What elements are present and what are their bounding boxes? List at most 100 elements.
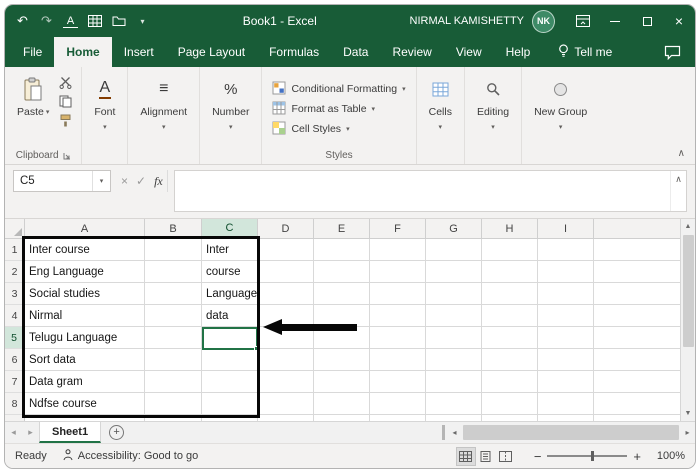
cell-E3[interactable] <box>314 283 370 305</box>
cell-G8[interactable] <box>426 393 482 415</box>
scroll-down-icon[interactable]: ▼ <box>681 406 695 421</box>
folder-icon[interactable] <box>111 15 126 27</box>
formula-input[interactable]: ∧ <box>174 170 687 212</box>
cell-F2[interactable] <box>370 261 426 283</box>
tab-home[interactable]: Home <box>54 37 111 67</box>
row-header-8[interactable]: 8 <box>5 393 25 415</box>
cell-D5[interactable] <box>258 327 314 349</box>
normal-view-button[interactable] <box>456 447 476 466</box>
cell-D8[interactable] <box>258 393 314 415</box>
cell-I3[interactable] <box>538 283 594 305</box>
cell-C2[interactable]: course <box>202 261 258 283</box>
undo-icon[interactable]: ↶ <box>15 13 30 29</box>
cell-D1[interactable] <box>258 239 314 261</box>
ribbon-display-options-button[interactable] <box>567 5 599 37</box>
font-button[interactable]: A Font▾ <box>88 71 121 147</box>
cell-I2[interactable] <box>538 261 594 283</box>
alignment-button[interactable]: ≡ Alignment▾ <box>134 71 193 147</box>
cell-I8[interactable] <box>538 393 594 415</box>
cell-E1[interactable] <box>314 239 370 261</box>
cell-I9[interactable] <box>538 415 594 421</box>
cell-G5[interactable] <box>426 327 482 349</box>
name-box-caret-icon[interactable]: ▾ <box>92 171 110 191</box>
column-header-D[interactable]: D <box>258 219 314 239</box>
cancel-formula-icon[interactable]: × <box>121 174 128 188</box>
tab-page-layout[interactable]: Page Layout <box>166 37 257 67</box>
row-header-3[interactable]: 3 <box>5 283 25 305</box>
row-header-9[interactable]: 9 <box>5 415 25 421</box>
tab-insert[interactable]: Insert <box>112 37 166 67</box>
zoom-slider[interactable] <box>547 455 627 457</box>
cell-F8[interactable] <box>370 393 426 415</box>
cell-G7[interactable] <box>426 371 482 393</box>
cell-F3[interactable] <box>370 283 426 305</box>
cell-I1[interactable] <box>538 239 594 261</box>
fill-handle[interactable] <box>254 346 259 351</box>
conditional-formatting-button[interactable]: Conditional Formatting ▾ <box>272 81 405 98</box>
tab-formulas[interactable]: Formulas <box>257 37 331 67</box>
cell-B6[interactable] <box>145 349 202 371</box>
enter-formula-icon[interactable]: ✓ <box>136 174 146 188</box>
table-icon[interactable] <box>87 15 102 27</box>
redo-icon[interactable]: ↷ <box>39 13 54 29</box>
cell-A3[interactable]: Social studies <box>25 283 145 305</box>
cut-icon[interactable] <box>57 75 73 89</box>
cell-G4[interactable] <box>426 305 482 327</box>
cell-C8[interactable] <box>202 393 258 415</box>
cell-E9[interactable] <box>314 415 370 421</box>
cell-F6[interactable] <box>370 349 426 371</box>
row-header-4[interactable]: 4 <box>5 305 25 327</box>
collapse-ribbon-icon[interactable]: ∧ <box>678 148 685 159</box>
cell-H7[interactable] <box>482 371 538 393</box>
row-header-5[interactable]: 5 <box>5 327 25 349</box>
column-header-G[interactable]: G <box>426 219 482 239</box>
cell-A9[interactable] <box>25 415 145 421</box>
cell-F9[interactable] <box>370 415 426 421</box>
cell-D9[interactable] <box>258 415 314 421</box>
clipboard-dialog-launcher-icon[interactable] <box>63 147 71 165</box>
hscroll-left-icon[interactable]: ◂ <box>447 422 462 443</box>
cell-C7[interactable] <box>202 371 258 393</box>
cell-H5[interactable] <box>482 327 538 349</box>
cell-G1[interactable] <box>426 239 482 261</box>
zoom-level[interactable]: 100% <box>647 450 685 462</box>
cell-F7[interactable] <box>370 371 426 393</box>
row-header-1[interactable]: 1 <box>5 239 25 261</box>
vertical-scrollbar[interactable]: ▲ ▼ <box>680 219 695 421</box>
tell-me[interactable]: Tell me <box>558 37 612 67</box>
cell-B4[interactable] <box>145 305 202 327</box>
cell-B8[interactable] <box>145 393 202 415</box>
cell-D3[interactable] <box>258 283 314 305</box>
cell-C9[interactable] <box>202 415 258 421</box>
cell-A6[interactable]: Sort data <box>25 349 145 371</box>
zoom-slider-thumb[interactable] <box>591 451 594 461</box>
tab-data[interactable]: Data <box>331 37 380 67</box>
cell-styles-button[interactable]: Cell Styles ▾ <box>272 121 405 138</box>
page-break-view-button[interactable] <box>496 447 516 466</box>
underline-icon[interactable]: A <box>63 15 78 28</box>
format-as-table-button[interactable]: Format as Table ▾ <box>272 101 405 118</box>
cell-I6[interactable] <box>538 349 594 371</box>
column-header-E[interactable]: E <box>314 219 370 239</box>
copy-icon[interactable] <box>57 94 73 108</box>
cell-B3[interactable] <box>145 283 202 305</box>
vertical-scroll-thumb[interactable] <box>683 235 694 347</box>
accessibility-status[interactable]: Accessibility: Good to go <box>63 449 198 464</box>
cell-C4[interactable]: data <box>202 305 258 327</box>
cell-C6[interactable] <box>202 349 258 371</box>
cell-E8[interactable] <box>314 393 370 415</box>
cell-C1[interactable]: Inter <box>202 239 258 261</box>
cell-H8[interactable] <box>482 393 538 415</box>
cell-H1[interactable] <box>482 239 538 261</box>
row-header-7[interactable]: 7 <box>5 371 25 393</box>
cell-B7[interactable] <box>145 371 202 393</box>
tab-review[interactable]: Review <box>380 37 443 67</box>
cell-D7[interactable] <box>258 371 314 393</box>
row-header-2[interactable]: 2 <box>5 261 25 283</box>
tab-file[interactable]: File <box>11 37 54 67</box>
column-header-I[interactable]: I <box>538 219 594 239</box>
zoom-out-button[interactable]: − <box>528 449 548 464</box>
qat-customize-icon[interactable]: ▾ <box>135 17 150 26</box>
cell-H9[interactable] <box>482 415 538 421</box>
tab-splitter-handle[interactable] <box>442 425 445 440</box>
